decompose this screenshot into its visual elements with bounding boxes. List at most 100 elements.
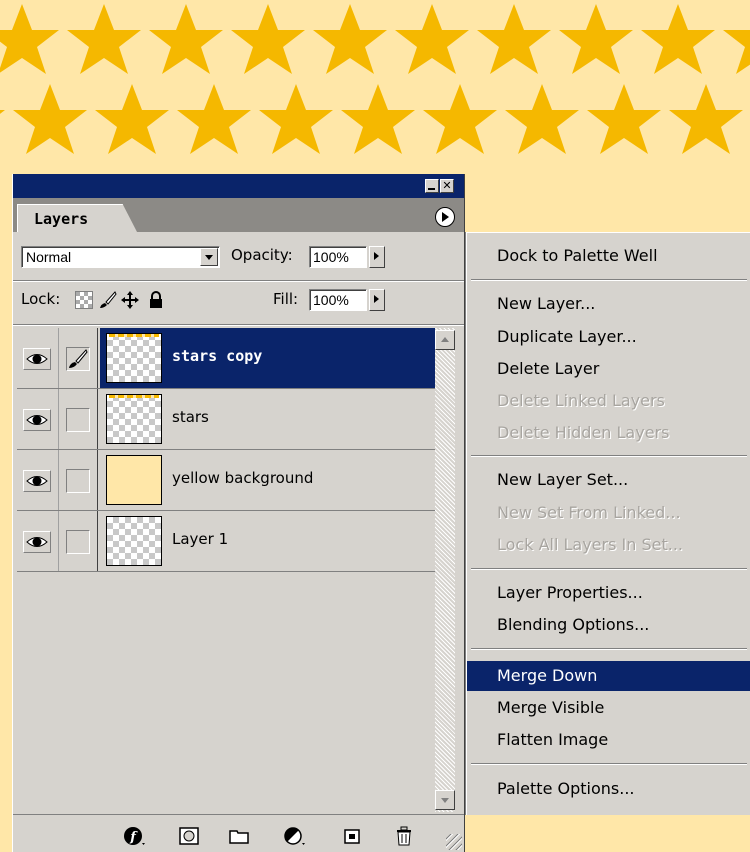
blend-mode-row: Normal Opacity: 100% bbox=[13, 242, 464, 272]
visibility-toggle[interactable] bbox=[17, 511, 59, 571]
menu-item-merge-down[interactable]: Merge Down bbox=[467, 661, 750, 691]
star-icon bbox=[13, 84, 87, 154]
tab-layers[interactable]: Layers bbox=[17, 204, 137, 232]
folder-icon[interactable] bbox=[228, 825, 250, 847]
layer-name: stars copy bbox=[172, 347, 263, 365]
menu-item-palette-options[interactable]: Palette Options... bbox=[467, 774, 750, 804]
adjustment-layer-icon[interactable] bbox=[283, 825, 305, 847]
fill-slider-arrow-icon[interactable] bbox=[369, 289, 385, 311]
layer-list-scrollbar[interactable] bbox=[435, 328, 455, 812]
layer-row-layer-1[interactable]: Layer 1 bbox=[17, 511, 435, 572]
scroll-up-icon[interactable] bbox=[435, 330, 455, 350]
chevron-down-icon[interactable] bbox=[200, 248, 218, 266]
new-layer-icon[interactable] bbox=[341, 825, 363, 847]
layer-row-stars[interactable]: stars bbox=[17, 389, 435, 450]
link-toggle[interactable] bbox=[60, 389, 98, 449]
move-icon[interactable] bbox=[121, 291, 139, 309]
menu-item-merge-visible[interactable]: Merge Visible bbox=[467, 693, 750, 723]
minimize-button[interactable] bbox=[425, 179, 439, 193]
scroll-down-icon[interactable] bbox=[435, 790, 455, 810]
menu-item-blending-options[interactable]: Blending Options... bbox=[467, 610, 750, 640]
star-icon bbox=[723, 4, 750, 74]
layers-palette: ✕ Layers Normal Opacity: 100% Lock: Fill… bbox=[12, 174, 465, 852]
star-icon bbox=[149, 4, 223, 74]
menu-item-dock-to-palette-well[interactable]: Dock to Palette Well bbox=[467, 241, 750, 271]
visibility-toggle[interactable] bbox=[17, 450, 59, 510]
fill-input[interactable]: 100% bbox=[309, 289, 367, 311]
menu-separator bbox=[471, 648, 747, 650]
mask-icon[interactable] bbox=[178, 825, 200, 847]
star-icon bbox=[95, 84, 169, 154]
star-icon bbox=[477, 4, 551, 74]
menu-item-new-set-from-linked[interactable]: New Set From Linked... bbox=[467, 498, 750, 528]
menu-item-new-layer-set[interactable]: New Layer Set... bbox=[467, 465, 750, 495]
menu-item-delete-linked-layers[interactable]: Delete Linked Layers bbox=[467, 386, 750, 416]
menu-separator bbox=[471, 279, 747, 281]
close-button[interactable]: ✕ bbox=[440, 179, 454, 193]
palette-menu-arrow-icon[interactable] bbox=[435, 207, 455, 227]
layer-list: stars copy stars yellow background Layer… bbox=[17, 328, 435, 798]
menu-item-layer-properties[interactable]: Layer Properties... bbox=[467, 578, 750, 608]
star-icon bbox=[341, 84, 415, 154]
star-icon bbox=[0, 4, 59, 74]
eye-icon[interactable] bbox=[24, 532, 50, 552]
eye-icon[interactable] bbox=[24, 410, 50, 430]
menu-item-lock-all-layers-in-set[interactable]: Lock All Layers In Set... bbox=[467, 530, 750, 560]
star-icon bbox=[559, 4, 633, 74]
opacity-label: Opacity: bbox=[231, 246, 293, 264]
opacity-input[interactable]: 100% bbox=[309, 246, 367, 268]
palette-title-bar[interactable]: ✕ bbox=[13, 174, 464, 198]
layer-style-icon[interactable]: f bbox=[123, 825, 145, 847]
star-icon bbox=[67, 4, 141, 74]
divider bbox=[13, 324, 464, 326]
star-icon bbox=[0, 84, 5, 154]
menu-item-delete-hidden-layers[interactable]: Delete Hidden Layers bbox=[467, 418, 750, 448]
link-toggle[interactable] bbox=[60, 511, 98, 571]
layer-thumbnail bbox=[106, 455, 162, 505]
layer-row-stars-copy[interactable]: stars copy bbox=[17, 328, 435, 389]
eye-icon[interactable] bbox=[24, 471, 50, 491]
eye-icon[interactable] bbox=[24, 349, 50, 369]
menu-separator bbox=[471, 763, 747, 765]
link-toggle[interactable] bbox=[60, 450, 98, 510]
palette-tab-strip: Layers bbox=[13, 198, 464, 232]
layer-thumbnail bbox=[106, 394, 162, 444]
fill-label: Fill: bbox=[273, 290, 299, 308]
layer-name: stars bbox=[172, 408, 209, 426]
link-toggle[interactable] bbox=[60, 328, 98, 388]
resize-grip[interactable] bbox=[446, 834, 462, 850]
trash-icon[interactable] bbox=[393, 825, 415, 847]
blend-mode-value: Normal bbox=[26, 249, 72, 265]
opacity-slider-arrow-icon[interactable] bbox=[369, 246, 385, 268]
padlock-icon[interactable] bbox=[147, 291, 165, 309]
star-icon bbox=[669, 84, 743, 154]
layer-row-yellow-background[interactable]: yellow background bbox=[17, 450, 435, 511]
brush-icon[interactable] bbox=[99, 291, 117, 309]
palette-bottom-bar: f bbox=[13, 814, 464, 852]
star-icon bbox=[231, 4, 305, 74]
star-icon bbox=[505, 84, 579, 154]
menu-item-delete-layer[interactable]: Delete Layer bbox=[467, 354, 750, 384]
blend-mode-select[interactable]: Normal bbox=[21, 246, 220, 268]
visibility-toggle[interactable] bbox=[17, 328, 59, 388]
star-icon bbox=[423, 84, 497, 154]
menu-item-new-layer[interactable]: New Layer... bbox=[467, 289, 750, 319]
layer-name: yellow background bbox=[172, 469, 314, 487]
star-icon bbox=[587, 84, 661, 154]
menu-separator bbox=[471, 455, 747, 457]
divider bbox=[13, 280, 464, 282]
star-icon bbox=[177, 84, 251, 154]
checkerboard-lock-icon[interactable] bbox=[75, 291, 93, 309]
brush-icon bbox=[69, 349, 88, 368]
layer-name: Layer 1 bbox=[172, 530, 229, 548]
menu-item-flatten-image[interactable]: Flatten Image bbox=[467, 725, 750, 755]
menu-item-duplicate-layer[interactable]: Duplicate Layer... bbox=[467, 322, 750, 352]
layer-thumbnail bbox=[106, 333, 162, 383]
star-icon bbox=[641, 4, 715, 74]
palette-flyout-menu: Dock to Palette Well New Layer... Duplic… bbox=[466, 232, 750, 815]
lock-row: Lock: Fill: 100% bbox=[13, 284, 464, 316]
lock-label: Lock: bbox=[21, 290, 61, 308]
visibility-toggle[interactable] bbox=[17, 389, 59, 449]
menu-separator bbox=[471, 568, 747, 570]
layer-thumbnail bbox=[106, 516, 162, 566]
